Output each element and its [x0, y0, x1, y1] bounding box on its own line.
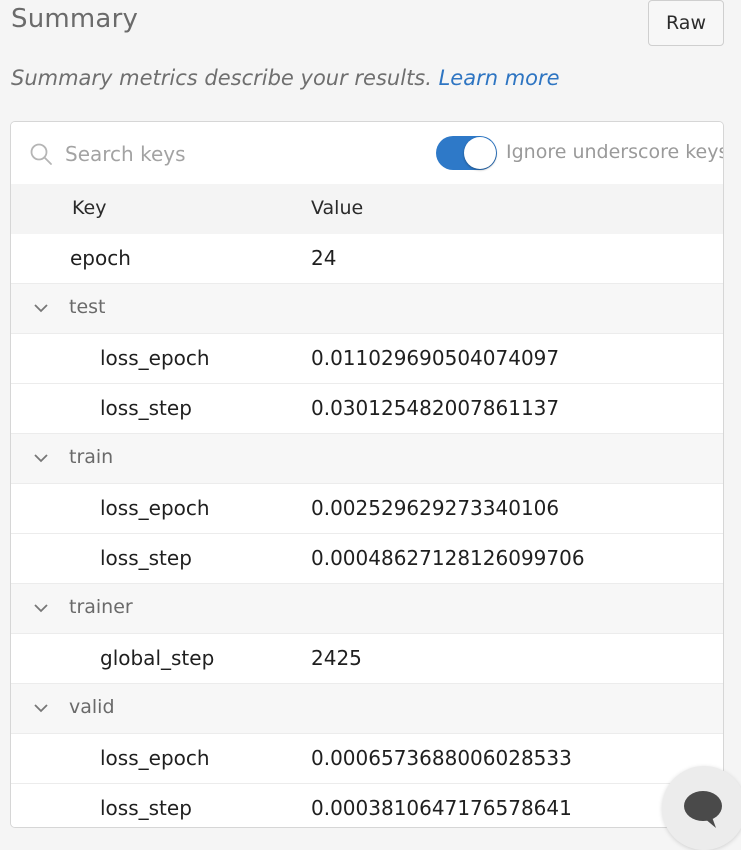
group-key: test: [69, 296, 106, 318]
table-row: global_step 2425: [11, 634, 723, 684]
table-header: Key Value: [11, 184, 723, 235]
chevron-down-icon[interactable]: [33, 602, 49, 614]
row-key: loss_epoch: [100, 346, 210, 370]
row-key: epoch: [70, 246, 131, 270]
table-row: loss_epoch 0.011029690504074097: [11, 334, 723, 384]
learn-more-link[interactable]: Learn more: [439, 66, 560, 90]
table-row: loss_step 0.030125482007861137: [11, 384, 723, 434]
row-key: loss_step: [100, 796, 192, 820]
chat-button[interactable]: [662, 766, 741, 850]
row-value: 0.002529629273340106: [311, 496, 560, 520]
group-row[interactable]: trainer: [11, 584, 723, 634]
table-row: loss_epoch 0.0006573688006028533: [11, 734, 723, 784]
group-key: train: [69, 446, 114, 468]
chevron-down-icon[interactable]: [33, 302, 49, 314]
table-body: epoch 24 test loss_epoch 0.01102969050407409…: [11, 234, 723, 827]
row-value: 0.00048627128126099706: [311, 546, 585, 570]
ignore-underscore-toggle[interactable]: [436, 136, 497, 170]
table-row: loss_step 0.00048627128126099706: [11, 534, 723, 584]
row-value: 2425: [311, 646, 362, 670]
search-input[interactable]: [63, 138, 367, 170]
table-row: loss_epoch 0.002529629273340106: [11, 484, 723, 534]
chevron-down-icon[interactable]: [33, 452, 49, 464]
row-key: loss_step: [100, 546, 192, 570]
group-key: trainer: [69, 596, 133, 618]
page-title: Summary: [11, 4, 139, 34]
row-key: global_step: [100, 646, 215, 670]
row-key: loss_epoch: [100, 746, 210, 770]
chat-bubble-icon: [684, 791, 722, 828]
chevron-down-icon[interactable]: [33, 702, 49, 714]
group-row[interactable]: test: [11, 284, 723, 334]
group-key: valid: [69, 696, 115, 718]
group-row[interactable]: valid: [11, 684, 723, 734]
column-header-key: Key: [72, 197, 107, 219]
group-row[interactable]: train: [11, 434, 723, 484]
subtitle-text: Summary metrics describe your results.: [11, 66, 432, 90]
search-icon: [29, 142, 53, 166]
table-row: loss_step 0.0003810647176578641: [11, 784, 723, 827]
search-bar: Ignore underscore keys: [11, 122, 723, 185]
row-value: 24: [311, 246, 337, 270]
table-row: epoch 24: [11, 234, 723, 284]
page-subtitle: Summary metrics describe your results. L…: [11, 66, 560, 90]
raw-button[interactable]: Raw: [648, 0, 724, 46]
row-value: 0.0003810647176578641: [311, 796, 572, 820]
row-key: loss_epoch: [100, 496, 210, 520]
row-value: 0.0006573688006028533: [311, 746, 572, 770]
row-value: 0.030125482007861137: [311, 396, 560, 420]
toggle-knob: [464, 137, 496, 169]
column-header-value: Value: [311, 197, 364, 219]
row-value: 0.011029690504074097: [311, 346, 560, 370]
row-key: loss_step: [100, 396, 192, 420]
summary-panel: Ignore underscore keys Key Value epoch 24…: [10, 121, 724, 828]
toggle-label: Ignore underscore keys: [506, 141, 724, 163]
